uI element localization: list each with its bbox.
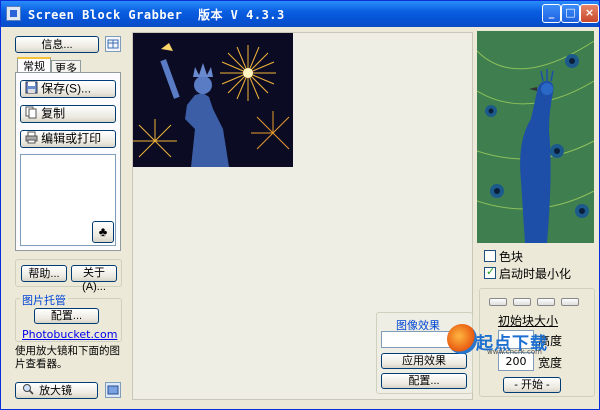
copy-label: 复制 [41,106,66,121]
watermark-url: www.cncrk.com [487,348,542,356]
title-bar[interactable]: Screen Block Grabber 版本 V 4.3.3 _ □ × [1,1,599,27]
initial-size-label: 初始块大小 [498,314,559,328]
magnifier-icon [22,383,34,399]
close-button[interactable]: × [580,4,599,23]
size-preset-1[interactable] [489,298,507,306]
main-window: Screen Block Grabber 版本 V 4.3.3 _ □ × 信息… [0,0,600,410]
window-title: Screen Block Grabber 版本 V 4.3.3 [28,8,285,22]
edit-print-label: 编辑或打印 [41,131,102,146]
printer-icon [25,131,38,148]
hosting-config-button[interactable]: 配置... [34,308,99,324]
statue-fireworks-image [133,33,293,167]
size-preset-4[interactable] [561,298,579,306]
copy-button[interactable]: 复制 [20,105,116,123]
app-icon [6,6,21,21]
effects-config-button[interactable]: 配置... [381,373,467,389]
start-button[interactable]: - 开始 - [503,377,561,393]
hosting-group-label: 图片托管 [20,292,68,308]
size-preset-2[interactable] [513,298,531,306]
apply-effects-button[interactable]: 应用效果 [381,353,467,369]
color-block-checkbox[interactable] [484,250,496,262]
save-label: 保存(S)... [41,81,92,96]
viewer-icon[interactable] [105,382,121,398]
save-button[interactable]: 保存(S)... [20,80,116,98]
minimize-button[interactable]: _ [542,4,561,23]
grid-icon[interactable] [105,36,121,52]
size-preset-3[interactable] [537,298,555,306]
help-button[interactable]: 帮助... [21,265,67,282]
edit-print-button[interactable]: 编辑或打印 [20,130,116,148]
magnifier-button[interactable]: 放大镜 [15,382,98,399]
photobucket-link[interactable]: Photobucket.com [22,328,117,341]
info-button[interactable]: 信息... [15,36,99,53]
copy-icon [25,106,38,123]
about-button[interactable]: 关于(A)... [71,265,117,293]
floppy-icon [25,81,38,98]
magnifier-label: 放大镜 [39,384,73,397]
magnifier-description: 使用放大镜和下面的图片查看器。 [15,345,120,370]
color-block-label: 色块 [499,250,524,264]
width-label: 宽度 [538,356,563,370]
club-icon[interactable]: ♣ [92,221,114,243]
maximize-button[interactable]: □ [561,4,580,23]
minimize-on-start-label: 启动时最小化 [499,267,572,281]
peacock-image [477,31,594,243]
minimize-on-start-checkbox[interactable] [484,265,496,279]
watermark-logo [447,324,477,354]
